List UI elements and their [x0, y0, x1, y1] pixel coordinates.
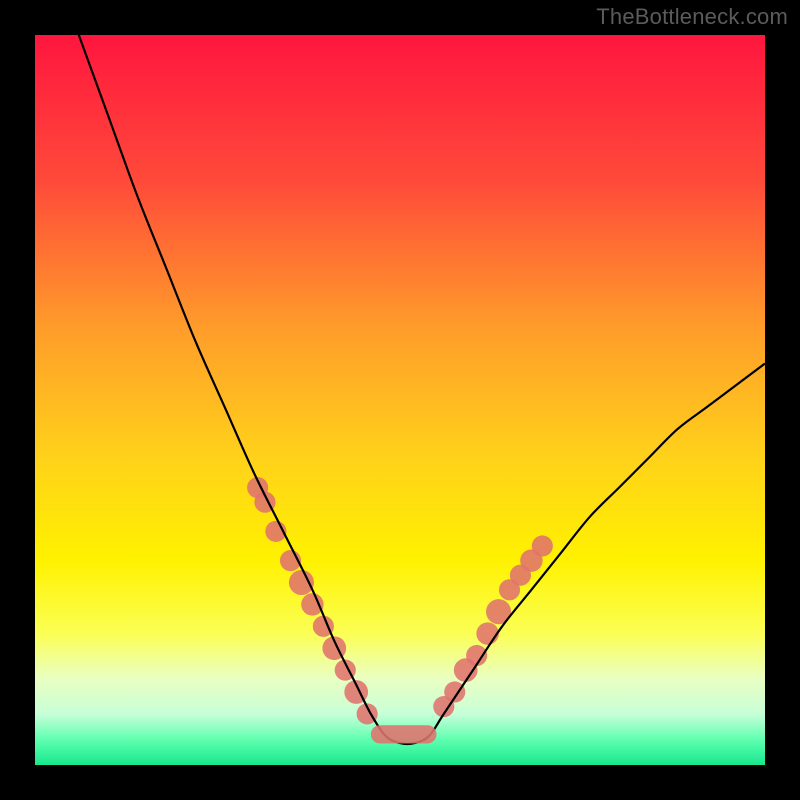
- curve-marker: [301, 593, 323, 615]
- curve-layer: [35, 35, 765, 765]
- watermark-text: TheBottleneck.com: [596, 4, 788, 30]
- curve-marker: [532, 535, 553, 556]
- curve-marker: [289, 570, 314, 595]
- flat-bottom-band: [371, 725, 437, 743]
- bottleneck-curve: [79, 35, 765, 744]
- chart-frame: TheBottleneck.com: [0, 0, 800, 800]
- curve-marker: [476, 622, 498, 644]
- plot-area: [35, 35, 765, 765]
